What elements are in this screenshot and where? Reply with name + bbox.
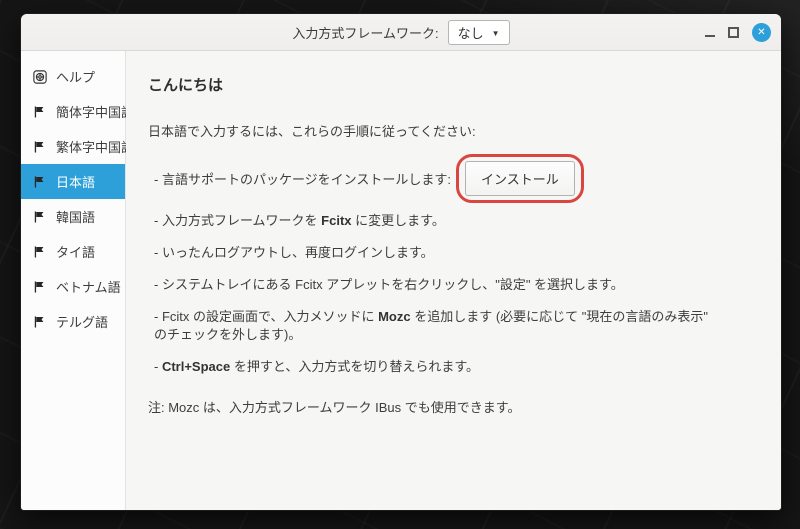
app-window: 入力方式フレームワーク: なし ▼ ✕ ヘルプ簡体字中国語 繁体字中国語 日本語韓国… [20, 13, 782, 511]
window-controls: ✕ [705, 14, 771, 51]
flag-icon [33, 210, 47, 224]
flag-icon [33, 245, 47, 259]
flag-icon [33, 140, 47, 154]
note-text: 注: Mozc は、入力方式フレームワーク IBus でも使用できます。 [148, 400, 521, 416]
step-text: - Fcitx の設定画面で、入力メソッドに Mozc を追加します (必要に応… [154, 308, 708, 343]
desktop-background: 入力方式フレームワーク: なし ▼ ✕ ヘルプ簡体字中国語 繁体字中国語 日本語韓国… [0, 0, 800, 529]
sidebar-item-label: ヘルプ [56, 70, 96, 85]
flag-icon [33, 315, 47, 329]
step-text: - 入力方式フレームワークを Fcitx に変更します。 [154, 213, 445, 228]
sidebar-item-1[interactable]: 簡体字中国語 [21, 94, 134, 129]
sidebar-item-5[interactable]: タイ語 [21, 234, 125, 269]
sidebar-item-label: 繁体字中国語 [56, 140, 135, 155]
flag-icon [33, 280, 47, 294]
language-sidebar: ヘルプ簡体字中国語 繁体字中国語 日本語韓国語タイ語ベトナム語テルグ語 [21, 51, 134, 510]
sidebar-item-label: 簡体字中国語 [56, 105, 135, 120]
install-button[interactable]: インストール [465, 160, 575, 196]
intro-text: 日本語で入力するには、これらの手順に従ってください: [148, 124, 476, 139]
sidebar-item-6[interactable]: ベトナム語 [21, 269, 125, 304]
sidebar-item-label: テルグ語 [56, 315, 109, 330]
sidebar-item-3[interactable]: 日本語 [21, 164, 125, 199]
maximize-button[interactable] [728, 27, 739, 38]
step-text: - いったんログアウトし、再度ログインします。 [154, 244, 434, 260]
sidebar-item-label: 日本語 [56, 175, 96, 190]
sidebar-item-7[interactable]: テルグ語 [21, 304, 125, 339]
sidebar-item-label: タイ語 [56, 245, 96, 260]
help-icon [33, 69, 47, 84]
framework-dropdown-value: なし [457, 25, 484, 41]
install-step-text: - 言語サポートのパッケージをインストールします: [154, 171, 452, 187]
main-content: こんにちは 日本語で入力するには、これらの手順に従ってください: - 言語サポー… [126, 51, 781, 510]
sidebar-item-label: ベトナム語 [56, 280, 121, 295]
framework-label: 入力方式フレームワーク: [292, 25, 439, 41]
close-button[interactable]: ✕ [752, 23, 771, 42]
flag-icon [33, 105, 47, 119]
minimize-button[interactable] [705, 28, 715, 38]
chevron-down-icon: ▼ [491, 28, 500, 38]
flag-icon [33, 175, 47, 189]
step-text: - システムトレイにある Fcitx アプレットを右クリックし、"設定" を選択… [154, 276, 624, 292]
step-text: - Ctrl+Space を押すと、入力方式を切り替えられます。 [154, 359, 480, 375]
page-title: こんにちは [148, 77, 224, 94]
sidebar-item-label: 韓国語 [56, 210, 96, 225]
sidebar-item-0[interactable]: ヘルプ [21, 59, 125, 94]
steps-list: - 入力方式フレームワークを Fcitx に変更します。 - いったんログアウトし… [148, 212, 761, 377]
framework-dropdown[interactable]: なし ▼ [447, 19, 510, 45]
install-step-row: - 言語サポートのパッケージをインストールします: インストール [154, 153, 761, 203]
titlebar[interactable]: 入力方式フレームワーク: なし ▼ ✕ [21, 14, 781, 51]
sidebar-item-4[interactable]: 韓国語 [21, 199, 125, 234]
sidebar-item-2[interactable]: 繁体字中国語 [21, 129, 134, 164]
